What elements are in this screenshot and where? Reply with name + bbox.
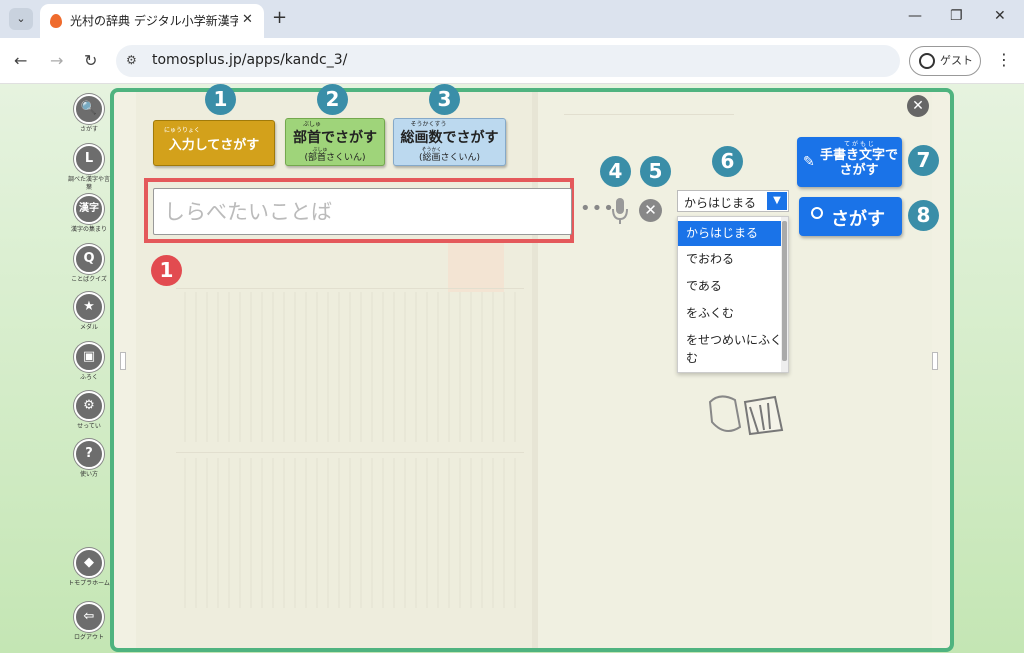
annotation-badge-7: 7 [908, 145, 939, 176]
url-text: tomosplus.jp/apps/kandc_3/ [152, 52, 348, 68]
omnibox[interactable]: ⚙ tomosplus.jp/apps/kandc_3/ [116, 45, 900, 77]
close-window-button[interactable]: ✕ [994, 8, 1006, 24]
mic-icon[interactable] [612, 196, 628, 226]
mascot-illustration [708, 395, 784, 436]
radical-search-label: 部首でさがす [293, 130, 377, 146]
address-bar: ← → ↻ ⚙ tomosplus.jp/apps/kandc_3/ ゲスト ⋮ [0, 38, 1024, 84]
tab-title: 光村の辞典 デジタル小学新漢字辞典 [70, 14, 238, 28]
annotation-badge-3: 3 [429, 84, 460, 115]
pencil-icon: ✎ [803, 154, 815, 170]
next-page-handle[interactable] [932, 352, 938, 370]
stroke-count-search-label: 総画数でさがす [400, 130, 499, 146]
close-icon[interactable]: ✕ [907, 95, 929, 117]
match-type-options: からはじまる でおわる である をふくむ をせつめいにふくむ [677, 216, 789, 373]
clear-input-icon[interactable]: ✕ [639, 199, 662, 222]
sidebar-item-label: トモプラホーム [68, 580, 110, 587]
stroke-count-search-button[interactable]: そうかくすう 総画数でさがす そうかく (総画さくいん) [393, 118, 506, 166]
input-search-label: 入力してさがす [168, 138, 260, 153]
sidebar-item-label: せってい [77, 423, 101, 430]
browser-menu-icon[interactable]: ⋮ [996, 50, 1012, 69]
options-scrollbar[interactable] [781, 217, 788, 372]
annotation-badge-1-search: 1 [151, 255, 182, 286]
match-type-value: からはじまる [684, 196, 757, 210]
close-tab-icon[interactable]: ✕ [242, 12, 253, 27]
stroke-count-ruby: そうかくすう [410, 121, 447, 128]
profile-button[interactable]: ゲスト [909, 46, 981, 76]
sidebar-item-logout[interactable]: ⇦ ログアウト [66, 602, 112, 642]
match-option[interactable]: をせつめいにふくむ [678, 331, 782, 367]
help-icon: ? [74, 439, 104, 469]
sidebar-item-history[interactable]: L 調べた漢字や言葉 [66, 144, 112, 192]
match-option[interactable]: をふくむ [678, 301, 782, 326]
sidebar-item-label: さがす [79, 126, 98, 133]
match-option[interactable]: からはじまる [678, 221, 782, 246]
sidebar-item-label: メダル [79, 324, 98, 331]
scrollbar-thumb[interactable] [782, 221, 787, 361]
favicon-icon [50, 14, 62, 28]
sidebar-item-label: ふろく [79, 374, 98, 381]
handwriting-label: 手書き文字でさがす [819, 148, 898, 178]
match-option[interactable]: でおわる [678, 247, 782, 272]
annotation-badge-1: 1 [205, 84, 236, 115]
back-button[interactable]: ← [14, 51, 27, 70]
sidebar-item-home[interactable]: ◆ トモプラホーム [66, 548, 112, 588]
chevron-down-icon[interactable]: ▼ [767, 192, 787, 210]
radical-index-label: (部首さくいん) [304, 153, 366, 163]
clock-icon: L [74, 144, 104, 174]
search-icon: 🔍 [74, 94, 104, 124]
annotation-badge-5: 5 [640, 156, 671, 187]
match-type-select[interactable]: からはじまる ▼ [677, 190, 789, 212]
sidebar-item-help[interactable]: ? 使い方 [66, 439, 112, 479]
sidebar-item-label: 調べた漢字や言葉 [67, 176, 110, 191]
sidebar-item-label: 漢字の集まり [70, 226, 107, 233]
kanji-icon: 漢字 [74, 194, 104, 224]
sidebar-item-settings[interactable]: ⚙ せってい [66, 391, 112, 431]
stroke-count-index-label: (総画さくいん) [418, 153, 481, 163]
input-search-button[interactable]: にゅうりょく 入力してさがす [153, 120, 275, 166]
home-icon: ◆ [74, 548, 104, 578]
annotation-badge-6: 6 [712, 146, 743, 177]
sidebar-item-quiz[interactable]: Q ことばクイズ [66, 244, 112, 284]
logout-icon: ⇦ [74, 602, 104, 632]
search-button[interactable]: さがす [799, 197, 902, 236]
handwriting-ruby: て が も じ [844, 141, 874, 148]
restore-button[interactable]: ❐ [950, 8, 963, 24]
annotation-badge-8: 8 [908, 200, 939, 231]
search-button-label: さがす [831, 209, 885, 230]
sidebar-item-furoku[interactable]: ▣ ふろく [66, 342, 112, 382]
new-tab-button[interactable]: + [272, 7, 287, 28]
profile-icon [919, 53, 935, 69]
annotation-badge-4: 4 [600, 156, 631, 187]
forward-button[interactable]: → [50, 51, 63, 70]
site-info-icon[interactable]: ⚙ [126, 53, 137, 67]
tab-bar: ⌄ 光村の辞典 デジタル小学新漢字辞典 ✕ + — ❐ ✕ [0, 0, 1024, 38]
sidebar-item-search[interactable]: 🔍 さがす [66, 94, 112, 134]
search-field [153, 188, 572, 235]
search-icon [811, 207, 823, 219]
radical-ruby: ぶしゅ [302, 121, 321, 128]
search-input[interactable] [164, 199, 564, 225]
sidebar-item-label: ログアウト [73, 634, 104, 641]
profile-label: ゲスト [940, 54, 973, 67]
annotation-badge-2: 2 [317, 84, 348, 115]
settings-icon: ⚙ [74, 391, 104, 421]
medal-icon: ★ [74, 292, 104, 322]
input-search-ruby: にゅうりょく [164, 127, 201, 134]
radical-search-button[interactable]: ぶしゅ 部首でさがす ぶしゅ (部首さくいん) [285, 118, 385, 166]
minimize-button[interactable]: — [908, 8, 922, 24]
reload-button[interactable]: ↻ [84, 51, 97, 70]
gift-icon: ▣ [74, 342, 104, 372]
quiz-icon: Q [74, 244, 104, 274]
sidebar-item-label: 使い方 [79, 471, 98, 478]
handwriting-search-button[interactable]: ✎ て が も じ 手書き文字でさがす [797, 137, 902, 187]
more-icon[interactable]: ••• [580, 198, 615, 219]
tab-list-dropdown[interactable]: ⌄ [9, 8, 33, 30]
sidebar-item-label: ことばクイズ [71, 276, 107, 283]
match-option[interactable]: である [678, 274, 782, 299]
sidebar-item-kanji-group[interactable]: 漢字 漢字の集まり [66, 194, 112, 234]
browser-tab[interactable]: 光村の辞典 デジタル小学新漢字辞典 ✕ [40, 4, 264, 38]
prev-page-handle[interactable] [120, 352, 126, 370]
sidebar-item-medal[interactable]: ★ メダル [66, 292, 112, 332]
